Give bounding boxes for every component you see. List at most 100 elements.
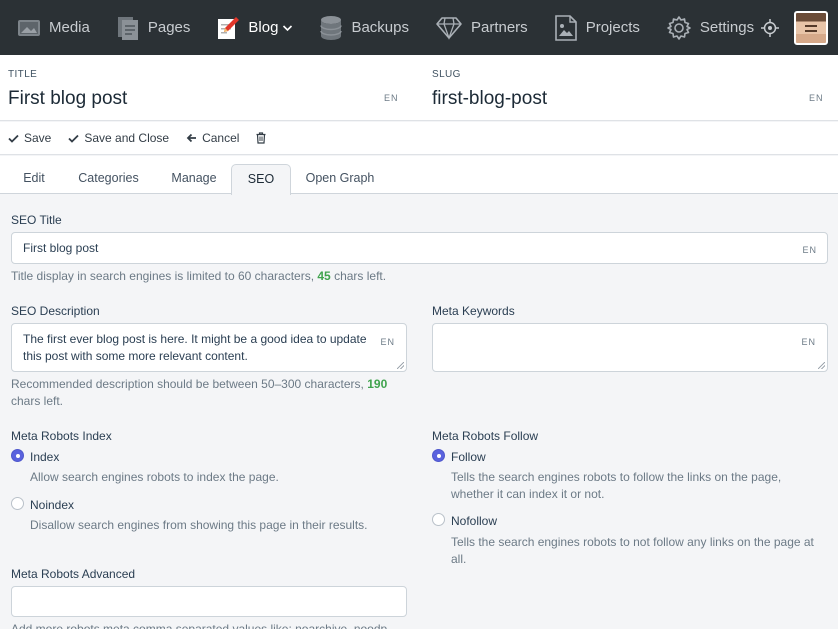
radio-nofollow[interactable] [432, 513, 445, 526]
radio-index-help: Allow search engines robots to index the… [30, 470, 279, 484]
nav-item-settings[interactable]: Settings [651, 0, 765, 55]
cancel-label: Cancel [202, 131, 240, 145]
seo-title-help: Title display in search engines is limit… [11, 268, 386, 285]
radio-follow[interactable] [432, 449, 445, 462]
check-icon [68, 134, 79, 143]
action-toolbar: Save Save and Close Cancel [0, 122, 838, 155]
radio-noindex-label[interactable]: Noindex [30, 498, 74, 512]
meta-robots-advanced-input[interactable] [11, 586, 407, 617]
radio-index-label[interactable]: Index [30, 450, 59, 464]
tab-open-graph[interactable]: Open Graph [296, 156, 384, 194]
nav-item-label: Projects [585, 19, 640, 36]
seo-description-textarea[interactable]: The first ever blog post is here. It mig… [11, 323, 407, 372]
nav-item-label: Settings [699, 19, 755, 36]
tab-edit[interactable]: Edit [10, 156, 58, 194]
nav-item-label: Partners [470, 19, 528, 36]
nav-item-label: Pages [147, 19, 191, 36]
help-text: chars left. [11, 394, 64, 408]
tab-manage[interactable]: Manage [160, 156, 228, 194]
seo-description-help: Recommended description should be betwee… [11, 376, 411, 410]
title-lang-badge: EN [384, 93, 399, 103]
tab-label: SEO [247, 172, 275, 186]
resize-grip-icon[interactable] [818, 362, 825, 369]
seo-description-lang-badge: EN [380, 337, 395, 347]
trash-icon [256, 132, 266, 144]
title-label: TITLE [8, 69, 38, 80]
seo-description-line-1: The first ever blog post is here. It mig… [23, 332, 367, 346]
delete-button[interactable] [256, 132, 266, 144]
seo-title-lang-badge: EN [802, 245, 817, 255]
nav-item-projects[interactable]: Projects [539, 0, 651, 55]
meta-robots-advanced-help: Add more robots meta comma separated val… [11, 622, 388, 629]
chars-left-count: 190 [367, 377, 388, 391]
slug-field[interactable]: SLUG first-blog-post EN [425, 55, 838, 121]
tab-label: Categories [78, 171, 139, 185]
radio-nofollow-help-2: all. [451, 552, 467, 566]
nav-right-area [750, 0, 838, 55]
help-text: Recommended description should be betwee… [11, 377, 364, 391]
locate-button[interactable] [750, 0, 790, 55]
media-icon [18, 19, 40, 36]
blog-icon [218, 16, 240, 39]
radio-nofollow-label[interactable]: Nofollow [451, 514, 497, 528]
avatar[interactable] [794, 10, 828, 45]
tab-categories[interactable]: Categories [66, 156, 151, 194]
crosshair-icon [761, 18, 779, 37]
tab-label: Open Graph [305, 171, 375, 185]
gear-icon [667, 15, 691, 40]
pages-icon [117, 16, 138, 40]
chars-left-count: 45 [317, 269, 331, 283]
chevron-down-icon [283, 24, 293, 31]
radio-index[interactable] [11, 449, 24, 462]
slug-value[interactable]: first-blog-post [432, 88, 547, 110]
save-button[interactable]: Save [8, 131, 51, 145]
nav-item-blog[interactable]: Blog [201, 0, 304, 55]
help-text: chars left. [334, 269, 387, 283]
meta-robots-follow-label: Meta Robots Follow [432, 429, 539, 443]
tab-bar: Edit Categories Manage SEO Open Graph [0, 156, 838, 195]
meta-robots-advanced-label: Meta Robots Advanced [11, 567, 136, 581]
projects-icon [554, 14, 577, 41]
save-and-close-label: Save and Close [84, 131, 170, 145]
title-slug-header: TITLE First blog post EN SLUG first-blog… [0, 55, 838, 121]
check-icon [8, 134, 19, 143]
tab-label: Manage [171, 171, 217, 185]
cancel-button[interactable]: Cancel [186, 131, 239, 145]
help-text: Title display in search engines is limit… [11, 269, 315, 283]
resize-grip-icon[interactable] [397, 362, 404, 369]
top-navigation: Media Pages Blog Backups Partners Projec… [0, 0, 838, 55]
tab-label: Edit [23, 171, 45, 185]
meta-robots-index-label: Meta Robots Index [11, 429, 112, 443]
nav-item-pages[interactable]: Pages [101, 0, 202, 55]
radio-follow-label[interactable]: Follow [451, 450, 486, 464]
radio-follow-help-2: whether it can index it or not. [451, 487, 605, 501]
title-field[interactable]: TITLE First blog post EN [0, 55, 410, 121]
diamond-icon [436, 16, 462, 40]
seo-title-input[interactable]: First blog post EN [11, 232, 828, 264]
save-label: Save [24, 131, 52, 145]
radio-noindex[interactable] [11, 497, 24, 510]
tab-seo[interactable]: SEO [231, 164, 291, 195]
meta-keywords-lang-badge: EN [801, 337, 816, 347]
seo-description-line-2: this post with some more relevant conten… [23, 349, 248, 363]
database-icon [320, 15, 343, 40]
slug-lang-badge: EN [809, 93, 824, 103]
meta-keywords-label: Meta Keywords [432, 304, 515, 318]
meta-keywords-textarea[interactable]: EN [432, 323, 828, 372]
seo-title-label: SEO Title [11, 213, 62, 227]
seo-title-value: First blog post [23, 241, 99, 255]
radio-nofollow-help-1: Tells the search engines robots to not f… [451, 535, 814, 549]
radio-noindex-help: Disallow search engines from showing thi… [30, 518, 368, 532]
nav-item-label: Media [49, 19, 90, 36]
nav-item-backups[interactable]: Backups [304, 0, 420, 55]
nav-item-partners[interactable]: Partners [420, 0, 539, 55]
radio-follow-help-1: Tells the search engines robots to follo… [451, 470, 782, 484]
nav-item-media[interactable]: Media [0, 0, 101, 55]
nav-item-label: Backups [351, 19, 409, 36]
slug-label: SLUG [432, 69, 461, 80]
seo-description-label: SEO Description [11, 304, 100, 318]
save-and-close-button[interactable]: Save and Close [68, 131, 169, 145]
arrow-left-icon [186, 133, 197, 143]
title-value[interactable]: First blog post [8, 88, 127, 110]
nav-item-label: Blog [248, 19, 279, 36]
